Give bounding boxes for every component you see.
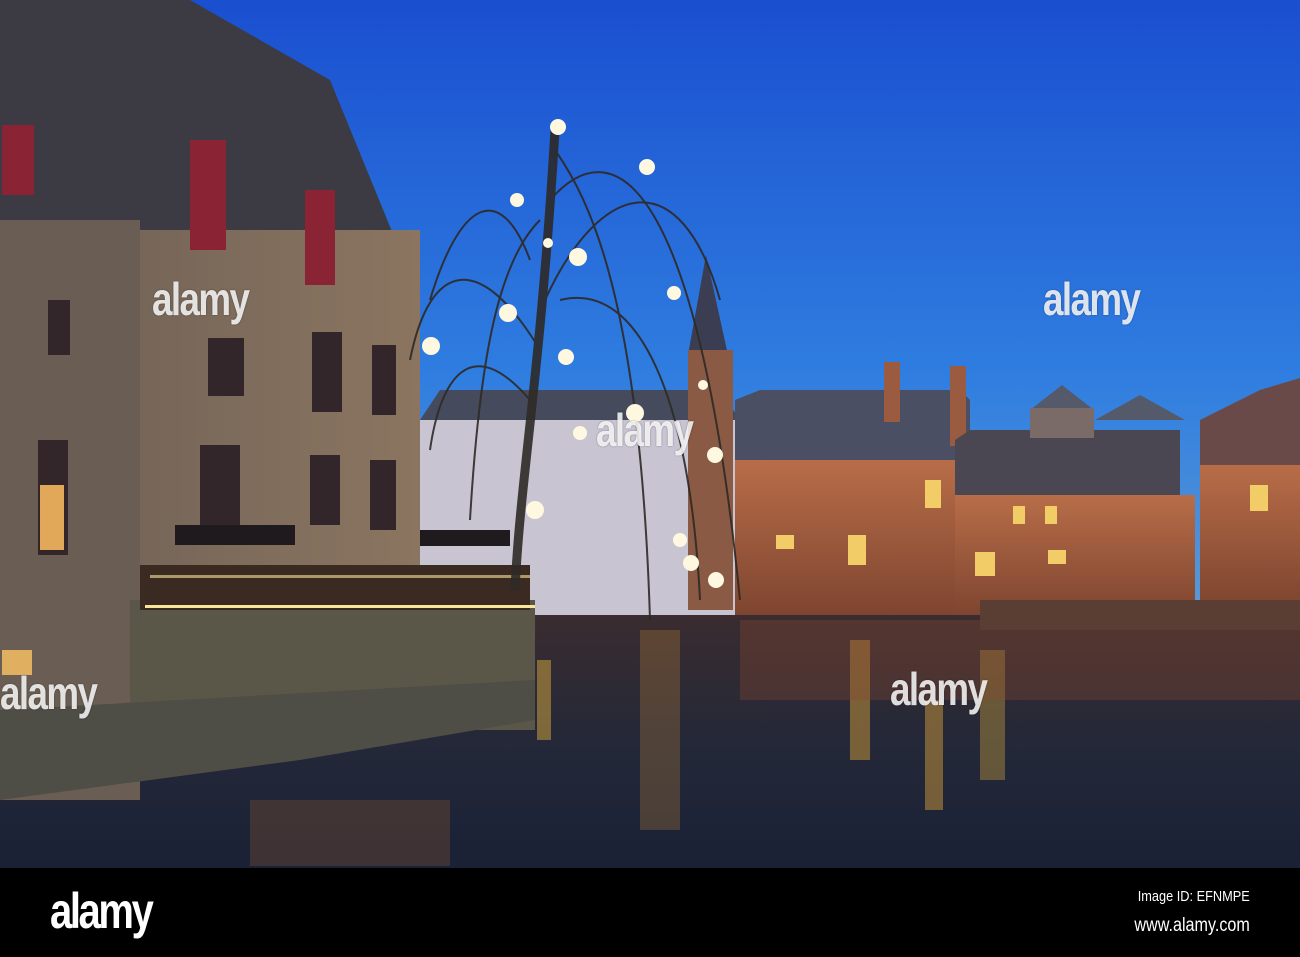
watermark: alamy [0, 667, 98, 719]
image-id: Image ID: EFNMPE [1138, 888, 1250, 905]
watermark: alamy [1043, 273, 1141, 325]
site-url: www.alamy.com [1134, 915, 1250, 936]
footer-bar: alamy Image ID: EFNMPE www.alamy.com [0, 868, 1300, 957]
alamy-logo: alamy [50, 883, 154, 939]
watermark: alamy [890, 663, 988, 715]
photo: alamy alamy alamy alamy alamy [0, 0, 1300, 868]
watermark: alamy [152, 273, 250, 325]
watermark: alamy [596, 404, 694, 456]
